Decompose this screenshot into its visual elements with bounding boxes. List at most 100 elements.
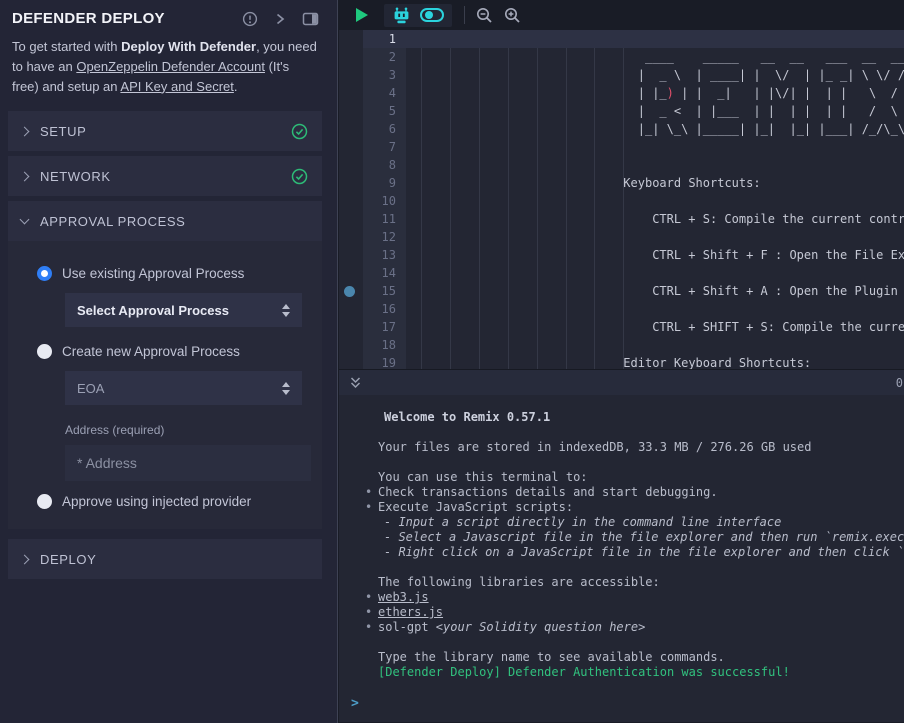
layout-columns-icon[interactable] [302,11,319,27]
terminal-line: The following libraries are accessible: [339,575,904,590]
collapse-panel-icon[interactable] [273,11,287,27]
section-network[interactable]: NETWORK [8,156,322,196]
intro-t4: . [234,79,238,94]
line-number[interactable]: 4 [363,84,406,102]
line-number[interactable]: 10 [363,192,406,210]
check-circle-icon [291,123,308,140]
terminal-text: Welcome to Remix 0.57.1 [384,410,550,424]
terminal-prompt[interactable]: > [339,696,904,711]
line-number[interactable]: 9 [363,174,406,192]
line-number[interactable]: 13 [363,246,406,264]
line-number[interactable]: 7 [363,138,406,156]
select-eoa[interactable]: EOA [65,371,302,405]
transactions-count-badge: 0 [896,376,903,390]
terminal-line: sol-gpt <your Solidity question here> [339,620,904,635]
terminal-line [339,560,904,575]
intro-bold: Deploy With Defender [121,39,256,54]
terminal-line: You can use this terminal to: [339,470,904,485]
address-input[interactable] [65,445,311,481]
line-number-gutter[interactable]: 12345678910111213141516171819 [363,30,406,369]
radio-create-new-label: Create new Approval Process [62,344,240,359]
radio-unselected-icon[interactable] [37,344,52,359]
section-network-label: NETWORK [40,169,291,184]
script-runner-toggle[interactable] [420,8,444,22]
library-link[interactable]: web3.js [378,590,429,604]
editor-line: CTRL + SHIFT + S: Compile the current co… [411,318,904,336]
section-approval-process[interactable]: APPROVAL PROCESS [8,201,322,241]
code-text: Editor Keyboard Shortcuts: [421,356,811,369]
terminal-line [339,635,904,650]
intro-t1: To get started with [12,39,121,54]
double-chevron-down-icon[interactable] [349,376,362,389]
line-number[interactable]: 18 [363,336,406,354]
terminal-line: Execute JavaScript scripts: [339,500,904,515]
terminal-line: Check transactions details and start deb… [339,485,904,500]
terminal-text: - Input a script directly in the command… [384,515,781,529]
terminal-line: web3.js [339,590,904,605]
radio-injected-provider[interactable]: Approve using injected provider [24,494,306,509]
accordion-sections: SETUP NETWORK APPROVAL PROCESS [0,111,337,579]
terminal-line [339,455,904,470]
line-number[interactable]: 1 [363,30,406,48]
chevron-right-icon [20,554,30,564]
line-number[interactable]: 8 [363,156,406,174]
section-deploy[interactable]: DEPLOY [8,539,322,579]
line-number[interactable]: 2 [363,48,406,66]
link-api-key-secret[interactable]: API Key and Secret [120,79,233,94]
terminal-line: - Input a script directly in the command… [339,515,904,530]
radio-use-existing[interactable]: Use existing Approval Process [24,266,306,281]
terminal-line: ethers.js [339,605,904,620]
line-number[interactable]: 6 [363,120,406,138]
code-text: | |_ [421,86,667,100]
approval-process-body: Use existing Approval Process Select App… [8,241,322,529]
editor-line: |_| \_\ |_____| |_| |_| |___| /_/\_\ [411,120,904,138]
editor-line: Keyboard Shortcuts: [411,174,904,192]
chevron-down-icon [20,215,30,225]
editor-line: | |_) | | _| | |\/| | | | \ / [411,84,904,102]
line-number[interactable]: 11 [363,210,406,228]
code-text: | | _| | |\/| | | | \ / [674,86,904,100]
run-script-button[interactable] [354,7,369,23]
terminal-text: <your Solidity question here> [436,620,646,634]
section-setup[interactable]: SETUP [8,111,322,151]
line-number[interactable]: 15 [363,282,406,300]
editor-line [411,192,904,210]
line-number[interactable]: 12 [363,228,406,246]
terminal-text: [Defender Deploy] Defender Authenticatio… [378,665,790,679]
breakpoint-marker[interactable] [344,286,355,297]
terminal-output[interactable]: Welcome to Remix 0.57.1Your files are st… [339,395,904,722]
library-link[interactable]: ethers.js [378,605,443,619]
radio-selected-icon[interactable] [37,266,52,281]
chevron-right-icon [20,171,30,181]
select-arrows-icon [282,304,290,317]
line-number[interactable]: 17 [363,318,406,336]
code-text: Keyboard Shortcuts: [421,176,761,190]
info-icon[interactable] [242,11,258,27]
zoom-out-icon[interactable] [476,7,493,24]
editor-line: CTRL + Shift + A : Open the Plugin Manag… [411,282,904,300]
line-number[interactable]: 19 [363,354,406,369]
ai-robot-icon[interactable] [392,7,411,24]
code-text: | _ \ | ____| | \/ | |_ _| \ \/ / [421,68,904,82]
line-number[interactable]: 14 [363,264,406,282]
terminal-text: - Right click on a JavaScript file in th… [384,545,904,559]
line-number[interactable]: 16 [363,300,406,318]
address-label: Address (required) [65,423,306,437]
editor-line: | _ \ | ____| | \/ | |_ _| \ \/ / [411,66,904,84]
select-approval-process[interactable]: Select Approval Process [65,293,302,327]
code-editor[interactable]: 12345678910111213141516171819 ____ _____… [339,30,904,369]
editor-line [411,30,904,48]
editor-content[interactable]: ____ _____ __ __ ___ __ __ | _ \ | ____|… [411,30,904,369]
line-number[interactable]: 3 [363,66,406,84]
zoom-in-icon[interactable] [504,7,521,24]
editor-line: ____ _____ __ __ ___ __ __ [411,48,904,66]
link-defender-account[interactable]: OpenZeppelin Defender Account [76,59,265,74]
terminal-header[interactable]: 0 [339,369,904,395]
editor-line [411,228,904,246]
script-runner-group [384,4,452,27]
line-number[interactable]: 5 [363,102,406,120]
terminal-line [339,425,904,440]
terminal-line: Type the library name to see available c… [339,650,904,665]
radio-unselected-icon[interactable] [37,494,52,509]
radio-create-new[interactable]: Create new Approval Process [24,344,306,359]
